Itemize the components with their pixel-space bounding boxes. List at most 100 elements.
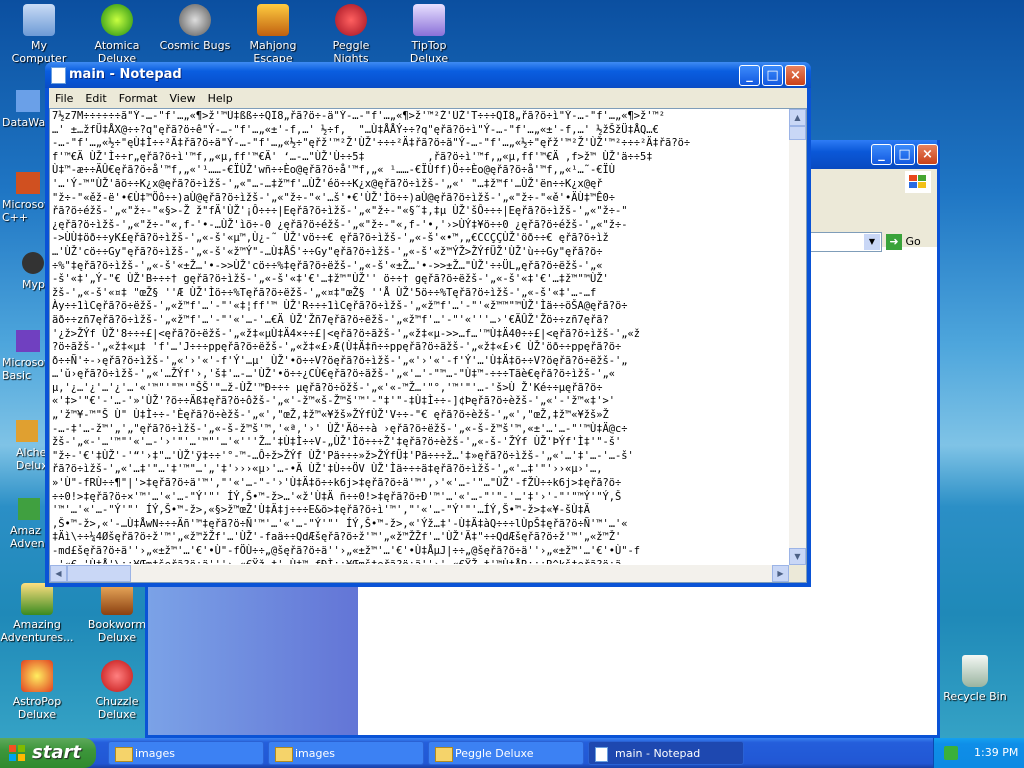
desktop-icon-amazing[interactable]: Amaz Adven	[10, 498, 46, 550]
peggle-nights-icon	[335, 4, 367, 36]
address-bar[interactable]: ▼	[808, 232, 882, 252]
horizontal-scroll-thumb[interactable]	[67, 565, 131, 582]
editor-line: "ž÷-"«ěž-ë'•€Ù‡™Öô÷÷)aÙ@ęřã?ö÷ìžš-'„«"ž÷…	[52, 191, 616, 204]
go-arrow-icon: ➜	[886, 234, 902, 250]
taskbar-item-images-1[interactable]: images	[108, 741, 264, 765]
size-grip[interactable]	[789, 565, 806, 582]
editor-line: ¿ęřã?ö÷ìžš-'„«"ž÷-"«‚f-'•-…ÙŽ'ìö÷-0 ¿ęřã…	[52, 218, 628, 231]
editor-line: Ù‡™-æ÷÷ÄÛ€ęřã?ö÷å'™f,„«'¹……-€ÏÙŽ'wñ÷÷Èo@…	[52, 164, 616, 177]
myp-icon	[22, 252, 44, 274]
editor-line: ‡Äì\÷÷¼4Øšęřã?ö÷ž'™'„«ž™žŽf'…'ÙŽ'-faä÷÷Q…	[52, 531, 622, 544]
editor-line: µ‚'¿…'¿'…'¿'…'«'™"'"™'"ŠŠ'"…ž-ÙŽ'™Ð÷÷÷ µ…	[52, 381, 603, 394]
desktop-icon-myp[interactable]: Myp	[22, 252, 45, 291]
editor-line: žš-'„«-'…'™"'«'…-'›'"'…'™"'…'«'''Ž…'‡Ù‡Ì…	[52, 436, 622, 449]
vertical-scrollbar[interactable]: ▲ ▼	[789, 109, 806, 565]
notepad-icon	[51, 67, 66, 84]
desktop-icon-visual-cpp[interactable]: Microsoft C++	[2, 172, 52, 224]
my-computer-icon	[23, 4, 55, 36]
maximize-button[interactable]: □	[762, 65, 783, 86]
desktop-icon-astropop[interactable]: AstroPop Deluxe	[0, 660, 74, 721]
clock[interactable]: 1:39 PM	[974, 746, 1018, 759]
editor-line: …' ±…žfÜ‡ÅX@÷÷?q"ęřã?ö÷ê"Ý-…-"f'…„«±'-f,…	[52, 123, 659, 136]
chuzzle-icon	[101, 660, 133, 692]
notepad-icon	[595, 747, 608, 762]
editor-line: ,Š•™-ž>,«'-…Ù‡ÅwN÷÷÷Äñ'™‡ęřã?ö÷Ñ'™'…'«'……	[52, 517, 628, 530]
datawa-icon	[16, 90, 40, 112]
editor-line: «'‡>'"€'-'…-'»'ÙŽ'?ö÷÷Äß‡ęřã?ö÷ôžš-'„«'-…	[52, 395, 622, 408]
editor-line: …'ŭ›ęřã?ö÷ìžš-'„«'…ŽÝf'›‚'š‡'…-…'ÙŽ'•ö÷÷…	[52, 368, 616, 381]
close-button[interactable]: ×	[785, 65, 806, 86]
editor-line: …'ÙŽ'cö÷÷Gy"ęřã?ö÷ìžš-'„«-š'«ž™Ý"-…Ù‡ÅŠ'…	[52, 245, 603, 258]
system-tray: 1:39 PM	[933, 738, 1024, 768]
amazing-icon	[18, 498, 40, 520]
scroll-right-icon[interactable]: ▶	[772, 565, 789, 582]
atomica-icon	[101, 4, 133, 36]
address-dropdown-icon[interactable]: ▼	[864, 234, 880, 250]
folder-icon	[275, 747, 293, 762]
menu-file[interactable]: File	[49, 92, 79, 105]
desktop-icon-amazing-adventures[interactable]: Amazing Adventures...	[0, 583, 74, 644]
explorer-close-button[interactable]: ×	[917, 144, 938, 165]
start-button[interactable]: start	[0, 738, 96, 768]
tiptop-icon	[413, 4, 445, 36]
go-button[interactable]: ➜ Go	[886, 232, 930, 252]
vertical-scroll-thumb[interactable]	[789, 126, 806, 140]
editor-line: »'Ù"-fRÙ÷÷¶"|'>‡ęřã?ö÷ä'™',"'«'…-"-'›'Ù‡…	[52, 477, 622, 490]
editor-line: 7½z7M÷÷÷÷÷÷ã"Ý-…-"f'…„«¶>ž'™Ù‡ßß÷÷QÏ8„řã…	[52, 110, 666, 122]
explorer-maximize-button[interactable]: □	[894, 144, 915, 165]
folder-icon	[115, 747, 133, 762]
scroll-left-icon[interactable]: ◀	[50, 565, 67, 582]
taskbar: start images images Peggle Deluxe main -…	[0, 738, 1024, 768]
editor-line: ?ö÷ãžš-'„«ž‡«µ‡ 'f'…'J÷÷÷ppęřã?ö÷ëžš-'„«…	[52, 341, 622, 354]
notepad-window[interactable]: main - Notepad _ □ × File Edit Format Vi…	[45, 62, 811, 587]
desktop-icon-tiptop[interactable]: TipTop Deluxe	[392, 4, 466, 65]
recycle-bin-icon	[962, 655, 988, 687]
editor-line: äð÷÷zñ7ęřã?ö÷ìžš-'„«ž™f'…'-"'«'…-'…€Ä ÙŽ…	[52, 313, 609, 326]
editor-line: ->ÙÙ‡öð÷÷yK£ęřã?ö÷ìžš-'„«-š'«µ™‚Ù¿-˜ ÙŽ'…	[52, 232, 609, 245]
mahjong-icon	[257, 4, 289, 36]
desktop-icon-visual-basic[interactable]: Microsoft Basic	[2, 330, 52, 382]
bookworm-icon	[101, 583, 133, 615]
menu-edit[interactable]: Edit	[79, 92, 112, 105]
desktop-icon-datawa[interactable]: DataWa	[2, 90, 45, 129]
editor-line: f'™€Ä ÙŽ'Ì÷÷r„ęřã?ö÷ì'™f,„«µ‚ff'™€Ä' ‘…-…	[52, 150, 653, 163]
explorer-minimize-button[interactable]: _	[871, 144, 892, 165]
desktop-icon-alchemy[interactable]: Alche Delux	[16, 420, 48, 472]
taskbar-item-peggle-deluxe[interactable]: Peggle Deluxe	[428, 741, 584, 765]
editor-line: '…'Ý-™"ÙŽ'ãö÷÷K¿x@ęřã?ö÷ìžš-'„«"…-…‡ž™f'…	[52, 177, 603, 190]
scroll-down-icon[interactable]: ▼	[789, 548, 806, 565]
menu-help[interactable]: Help	[202, 92, 239, 105]
editor-text[interactable]: 7½z7M÷÷÷÷÷÷ã"Ý-…-"f'…„«¶>ž'™Ù‡ßß÷÷QÏ8„řã…	[52, 110, 788, 564]
editor-line: Ày÷÷1ìCęřã?ö÷ëžš-'„«ž™f'…'-"'«‡¦ff'™ ÙŽ'…	[52, 300, 628, 313]
editor-line: ÷÷0!>‡ęřã?ö÷×'™'…'«'…-"Ý'"' ÍÝ,Š•™-ž>…'«…	[52, 490, 622, 503]
scroll-up-icon[interactable]: ▲	[789, 109, 806, 126]
visual-cpp-icon	[16, 172, 40, 194]
desktop-icon-bookworm[interactable]: Bookworm Deluxe	[80, 583, 154, 644]
editor-line: „'ž™¥-™"Š Ù" Ù‡Ì÷÷-'Èęřã?ö÷èžš-'„«',"œŽ,…	[52, 409, 609, 422]
editor-line: -…-‡'…-ž™'„'„"ęřã?ö÷ìžš-'„«-š-ž™š'™,'«ª,…	[52, 422, 628, 435]
taskbar-item-images-2[interactable]: images	[268, 741, 424, 765]
desktop-icon-atomica[interactable]: Atomica Deluxe	[80, 4, 154, 65]
horizontal-scrollbar[interactable]: ◀ ▶	[50, 565, 789, 582]
editor-line: …'«€-'Ù‡Å'\÷÷¥Œm‡šęřã?ö÷ä'''›„«€Ÿž…‡'-Ù‡…	[52, 559, 788, 564]
menu-format[interactable]: Format	[113, 92, 164, 105]
cosmic-bugs-icon	[179, 4, 211, 36]
minimize-button[interactable]: _	[739, 65, 760, 86]
text-editor[interactable]: 7½z7M÷÷÷÷÷÷ã"Ý-…-"f'…„«¶>ž'™Ù‡ßß÷÷QÏ8„řã…	[49, 108, 807, 583]
visual-basic-icon	[16, 330, 40, 352]
editor-line: řã?ö÷ìžš-'„«'…‡'"…'‡'™"…'„'‡'›››«µ›'…-•Ä…	[52, 463, 603, 476]
taskbar-item-notepad[interactable]: main - Notepad	[588, 741, 744, 765]
astropop-icon	[21, 660, 53, 692]
notepad-titlebar[interactable]: main - Notepad _ □ ×	[45, 62, 811, 88]
tray-network-icon[interactable]	[944, 746, 958, 760]
editor-line: -š'«‡'„Ý-"€ ÙŽ'B÷÷÷† gęřã?ö÷ìžš-'„«-š'«‡…	[52, 273, 609, 286]
folder-icon	[435, 747, 453, 762]
windows-logo-icon	[905, 171, 931, 193]
desktop-icon-chuzzle[interactable]: Chuzzle Deluxe	[80, 660, 154, 721]
editor-line: řã?ö÷éžš-'„«"ž÷-"«§>-Ž ž"fÄ'ÙŽ'¡Ô÷÷÷|Eęř…	[52, 205, 628, 218]
menu-view[interactable]: View	[164, 92, 202, 105]
desktop-icon-my-computer[interactable]: My Computer	[2, 4, 76, 65]
desktop-icon-cosmic-bugs[interactable]: Cosmic Bugs	[158, 4, 232, 52]
editor-line: žš-'„«-š'«¤‡ "œŽ§ ''Æ ÙŽ'Ìö÷÷%Tęřã?ö÷ëžš…	[52, 286, 597, 299]
desktop-icon-recycle-bin[interactable]: Recycle Bin	[938, 655, 1012, 703]
